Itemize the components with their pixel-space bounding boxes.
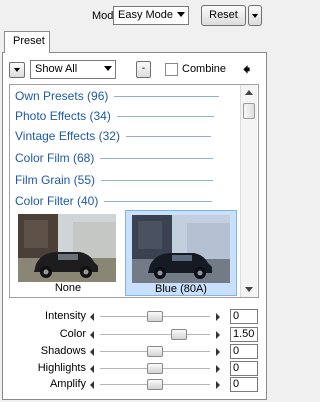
amplify-label: Amplify: [49, 378, 86, 390]
mode-select[interactable]: Easy Mode: [113, 6, 189, 25]
preset-thumb-blue-80a[interactable]: Blue (80A): [125, 210, 237, 296]
preset-caption: Blue (80A): [155, 283, 207, 295]
category-label: Own Presets (96): [15, 89, 109, 103]
left-arrow-icon[interactable]: [90, 381, 94, 389]
color-label: Color: [59, 328, 86, 340]
right-arrow-icon[interactable]: [216, 348, 220, 356]
right-arrow-icon[interactable]: [216, 313, 220, 321]
shadows-slider[interactable]: [90, 346, 220, 358]
combine-checkbox[interactable]: [165, 63, 178, 76]
scroll-down-icon[interactable]: [245, 287, 253, 292]
amplify-slider[interactable]: [90, 379, 220, 391]
intensity-value-field[interactable]: 0: [230, 309, 258, 324]
left-arrow-icon[interactable]: [90, 348, 94, 356]
color-slider[interactable]: [90, 329, 220, 341]
highlights-label: Highlights: [37, 362, 86, 374]
shadows-label: Shadows: [40, 345, 86, 357]
shadows-value-field[interactable]: 0: [230, 344, 258, 359]
chevron-down-icon: [14, 68, 20, 72]
category-label: Film Grain (55): [15, 173, 96, 187]
show-filter-select[interactable]: Show All: [30, 60, 116, 79]
category-film-grain[interactable]: Film Grain (55): [15, 172, 214, 188]
intensity-label: Intensity: [45, 310, 86, 322]
divider: [116, 115, 214, 117]
scroll-up-icon[interactable]: [245, 90, 253, 95]
combine-label: Combine: [182, 63, 227, 75]
divider: [125, 135, 211, 137]
category-label: Vintage Effects (32): [15, 129, 120, 143]
mode-select-value: Easy Mode: [118, 9, 174, 21]
highlights-value-field[interactable]: 0: [230, 361, 258, 376]
category-photo-effects[interactable]: Photo Effects (34): [15, 108, 214, 124]
category-own-presets[interactable]: Own Presets (96): [15, 88, 220, 104]
reset-options-button[interactable]: [248, 5, 262, 26]
category-label: Photo Effects (34): [15, 109, 111, 123]
divider: [101, 179, 214, 181]
divider: [104, 200, 213, 202]
tab-preset[interactable]: Preset: [4, 31, 50, 53]
right-arrow-icon[interactable]: [216, 331, 220, 339]
show-filter-value: Show All: [35, 63, 78, 75]
highlights-slider[interactable]: [90, 363, 220, 375]
scrollbar-thumb[interactable]: [243, 103, 255, 119]
preset-thumb-none[interactable]: None: [12, 210, 124, 296]
color-value-field[interactable]: 1.50: [230, 327, 258, 342]
category-vintage-effects[interactable]: Vintage Effects (32): [15, 128, 211, 144]
preset-preview-image: [132, 215, 230, 283]
right-arrow-icon[interactable]: [216, 381, 220, 389]
slider-knob[interactable]: [147, 311, 163, 322]
divider: [100, 157, 214, 159]
slider-knob[interactable]: [147, 379, 163, 390]
slider-knob[interactable]: [147, 363, 163, 374]
chevron-down-icon: [252, 14, 258, 18]
left-arrow-icon[interactable]: 🠸: [243, 59, 250, 83]
tab-preset-label: Preset: [13, 35, 45, 47]
left-arrow-icon[interactable]: [90, 365, 94, 373]
slider-rail: [100, 334, 210, 336]
slider-knob[interactable]: [147, 346, 163, 357]
preset-menu-button[interactable]: [9, 62, 25, 78]
chevron-down-icon: [177, 12, 185, 17]
divider: [114, 95, 220, 97]
reset-button[interactable]: Reset: [201, 5, 246, 26]
left-arrow-icon[interactable]: [90, 313, 94, 321]
category-label: Color Filter (40): [15, 194, 99, 208]
right-arrow-icon[interactable]: [216, 365, 220, 373]
category-color-film[interactable]: Color Film (68): [15, 150, 214, 166]
chevron-down-icon: [104, 66, 112, 71]
remove-preset-button[interactable]: -: [136, 61, 151, 78]
category-color-filter[interactable]: Color Filter (40): [15, 193, 213, 209]
preset-list-scrollbar[interactable]: [240, 85, 257, 297]
preset-caption: None: [54, 282, 82, 294]
amplify-value-field[interactable]: 0: [230, 377, 258, 392]
category-label: Color Film (68): [15, 151, 95, 165]
preset-preview-image: [18, 214, 116, 282]
slider-knob[interactable]: [171, 329, 187, 340]
left-arrow-icon[interactable]: [90, 331, 94, 339]
intensity-slider[interactable]: [90, 311, 220, 323]
